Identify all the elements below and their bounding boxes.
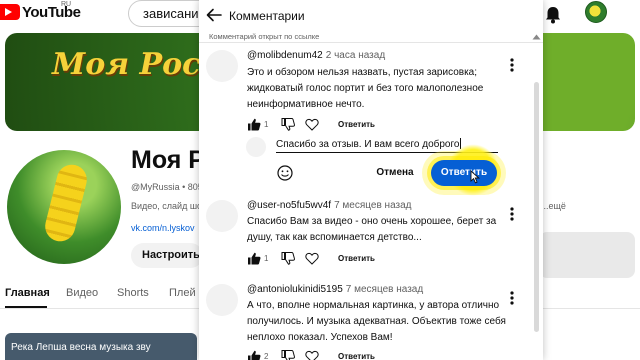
scrollbar-thumb[interactable] bbox=[534, 82, 539, 332]
comment-author-name[interactable]: @antoniolukinidi5195 bbox=[247, 284, 343, 295]
comment-text: Это и обзором нельзя назвать, пустая зар… bbox=[247, 67, 484, 110]
banner-title: Моя Росс bbox=[52, 47, 219, 82]
reply-button[interactable]: Ответить bbox=[338, 120, 375, 129]
comment-timestamp[interactable]: 7 месяцев назад bbox=[334, 200, 411, 211]
submit-reply-button[interactable]: Ответить bbox=[431, 160, 497, 186]
tab-shorts[interactable]: Shorts bbox=[117, 287, 149, 299]
tab-videos[interactable]: Видео bbox=[66, 287, 98, 299]
comment-author-line: @user-no5fu5wv4f 7 месяцев назад bbox=[247, 200, 412, 211]
play-logo-icon bbox=[0, 4, 20, 20]
comment-author-name[interactable]: @user-no5fu5wv4f bbox=[247, 200, 331, 211]
comment-timestamp[interactable]: 2 часа назад bbox=[326, 50, 385, 61]
customize-channel-button[interactable]: Настроить bbox=[131, 243, 203, 268]
dislike-icon[interactable] bbox=[281, 252, 295, 265]
reply-input-text: Спасибо за отзыв. И вам всего доброго bbox=[276, 139, 460, 150]
comment-author-avatar[interactable] bbox=[206, 50, 238, 82]
comment-author-line: @antoniolukinidi5195 7 месяцев назад bbox=[247, 284, 423, 295]
cancel-button[interactable]: Отмена bbox=[364, 160, 426, 186]
like-icon[interactable] bbox=[247, 350, 261, 360]
tab-home[interactable]: Главная bbox=[5, 287, 50, 299]
scroll-up-arrow-icon[interactable] bbox=[532, 34, 541, 40]
content-thumbnail bbox=[539, 232, 635, 278]
comment-author-line: @molibdenum42 2 часа назад bbox=[247, 50, 385, 61]
more-options-icon[interactable] bbox=[510, 207, 514, 221]
search-input[interactable]: зависание bbox=[128, 0, 206, 27]
channel-name: Моя Р bbox=[131, 146, 205, 174]
like-icon[interactable] bbox=[247, 118, 261, 131]
like-icon[interactable] bbox=[247, 252, 261, 265]
creator-heart-icon[interactable] bbox=[305, 252, 319, 265]
comments-header: Комментарии bbox=[199, 0, 543, 30]
divider bbox=[199, 42, 543, 43]
back-arrow-icon[interactable] bbox=[206, 8, 222, 22]
comment-text: Спасибо Вам за видео - оно очень хорошее… bbox=[247, 216, 497, 243]
like-count: 1 bbox=[264, 120, 269, 129]
notifications-bell-icon[interactable] bbox=[543, 5, 563, 25]
like-count: 2 bbox=[264, 352, 269, 360]
comments-title: Комментарии bbox=[229, 9, 305, 23]
account-avatar[interactable] bbox=[585, 1, 607, 23]
comment-author-name[interactable]: @molibdenum42 bbox=[247, 50, 323, 61]
channel-link[interactable]: vk.com/n.lyskov bbox=[131, 223, 195, 233]
video-card[interactable]: Река Лепша весна музыка зву bbox=[5, 333, 197, 360]
channel-avatar bbox=[7, 150, 121, 264]
channel-handle: @MyRussia • 805 bbox=[131, 182, 203, 192]
comments-panel: Комментарии Комментарий открыт по ссылке… bbox=[199, 0, 543, 360]
logo-text: YouTube bbox=[22, 3, 81, 21]
emoji-icon[interactable] bbox=[277, 165, 293, 181]
more-options-icon[interactable] bbox=[510, 58, 514, 72]
region-code: RU bbox=[61, 1, 72, 8]
creator-heart-icon[interactable] bbox=[305, 350, 319, 360]
channel-description[interactable]: Видео, слайд шо bbox=[131, 201, 202, 211]
dislike-icon[interactable] bbox=[281, 350, 295, 360]
linked-comment-notice: Комментарий открыт по ссылке bbox=[209, 32, 320, 41]
reply-author-avatar bbox=[246, 137, 266, 157]
like-count: 1 bbox=[264, 254, 269, 263]
more-options-icon[interactable] bbox=[510, 291, 514, 305]
comment-author-avatar[interactable] bbox=[206, 200, 238, 232]
dislike-icon[interactable] bbox=[281, 118, 295, 131]
creator-heart-icon[interactable] bbox=[305, 118, 319, 131]
mouse-cursor-icon bbox=[470, 170, 480, 184]
reply-button[interactable]: Ответить bbox=[338, 352, 375, 360]
reply-button[interactable]: Ответить bbox=[338, 254, 375, 263]
comment-author-avatar[interactable] bbox=[206, 284, 238, 316]
tab-playlists[interactable]: Плей bbox=[169, 287, 196, 299]
comment-timestamp[interactable]: 7 месяцев назад bbox=[346, 284, 423, 295]
caterpillar-image bbox=[42, 161, 90, 245]
description-more-link[interactable]: ...ещё bbox=[541, 201, 566, 211]
comment-text: А что, вполне нормальная картинка, у авт… bbox=[247, 300, 506, 343]
